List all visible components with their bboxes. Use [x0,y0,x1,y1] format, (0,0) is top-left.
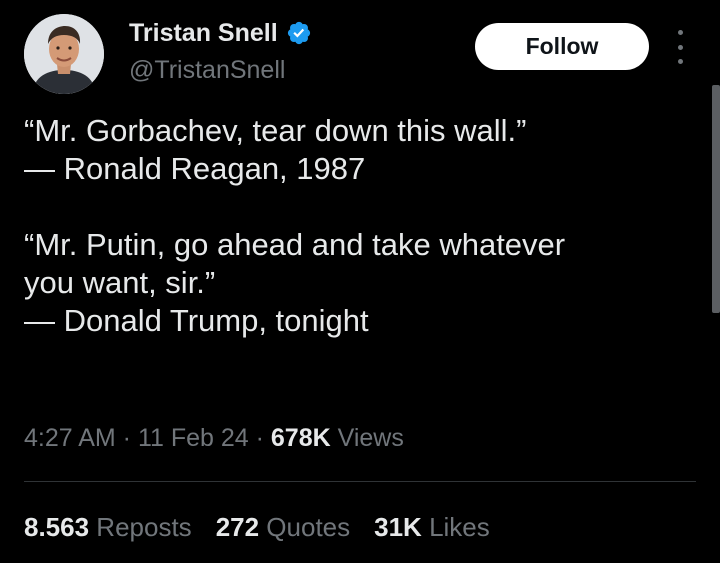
verified-badge-icon [287,21,310,45]
more-vertical-icon[interactable] [672,30,688,64]
views-count: 678K [270,424,331,452]
tweet-text-line: — Donald Trump, tonight [24,303,369,338]
tweet: Tristan Snell @TristanSnell Follow “Mr. … [0,0,720,563]
quotes-label: Quotes [259,512,351,542]
tweet-text-line: you want, sir.” [24,265,216,300]
tweet-text: “Mr. Gorbachev, tear down this wall.” — … [24,112,694,340]
tweet-meta: 4:27 AM · 11 Feb 24 · 678K Views [24,422,404,454]
avatar[interactable] [24,14,104,94]
reposts-label: Reposts [89,512,192,542]
meta-separator: · [248,424,271,452]
likes-count: 31K [374,512,422,542]
tweet-date[interactable]: 11 Feb 24 [138,424,249,452]
scrollbar[interactable] [712,85,720,313]
divider [24,481,696,482]
reposts-count: 8.563 [24,512,90,542]
views-label: Views [330,424,404,452]
meta-separator: · [115,424,138,452]
more-dot [677,44,683,50]
author-display-name[interactable]: Tristan Snell [129,18,278,48]
author-name-row: Tristan Snell [129,18,312,48]
avatar-photo [24,14,104,94]
tweet-text-line: “Mr. Putin, go ahead and take whatever [24,227,566,262]
likes-label: Likes [421,512,490,542]
likes-stat[interactable]: 31K Likes [374,510,490,544]
author-handle[interactable]: @TristanSnell [129,55,285,85]
tweet-time[interactable]: 4:27 AM [24,424,116,452]
more-dot [677,59,683,64]
quotes-stat[interactable]: 272 Quotes [216,510,350,544]
tweet-text-line: — Ronald Reagan, 1987 [24,151,366,186]
quotes-count: 272 [215,512,260,542]
reposts-stat[interactable]: 8.563 Reposts [24,510,192,544]
follow-button[interactable]: Follow [475,23,649,70]
more-dot [677,30,683,35]
engagement-stats: 8.563 Reposts 272 Quotes 31K Likes [24,510,490,544]
tweet-text-line: “Mr. Gorbachev, tear down this wall.” [24,113,527,148]
